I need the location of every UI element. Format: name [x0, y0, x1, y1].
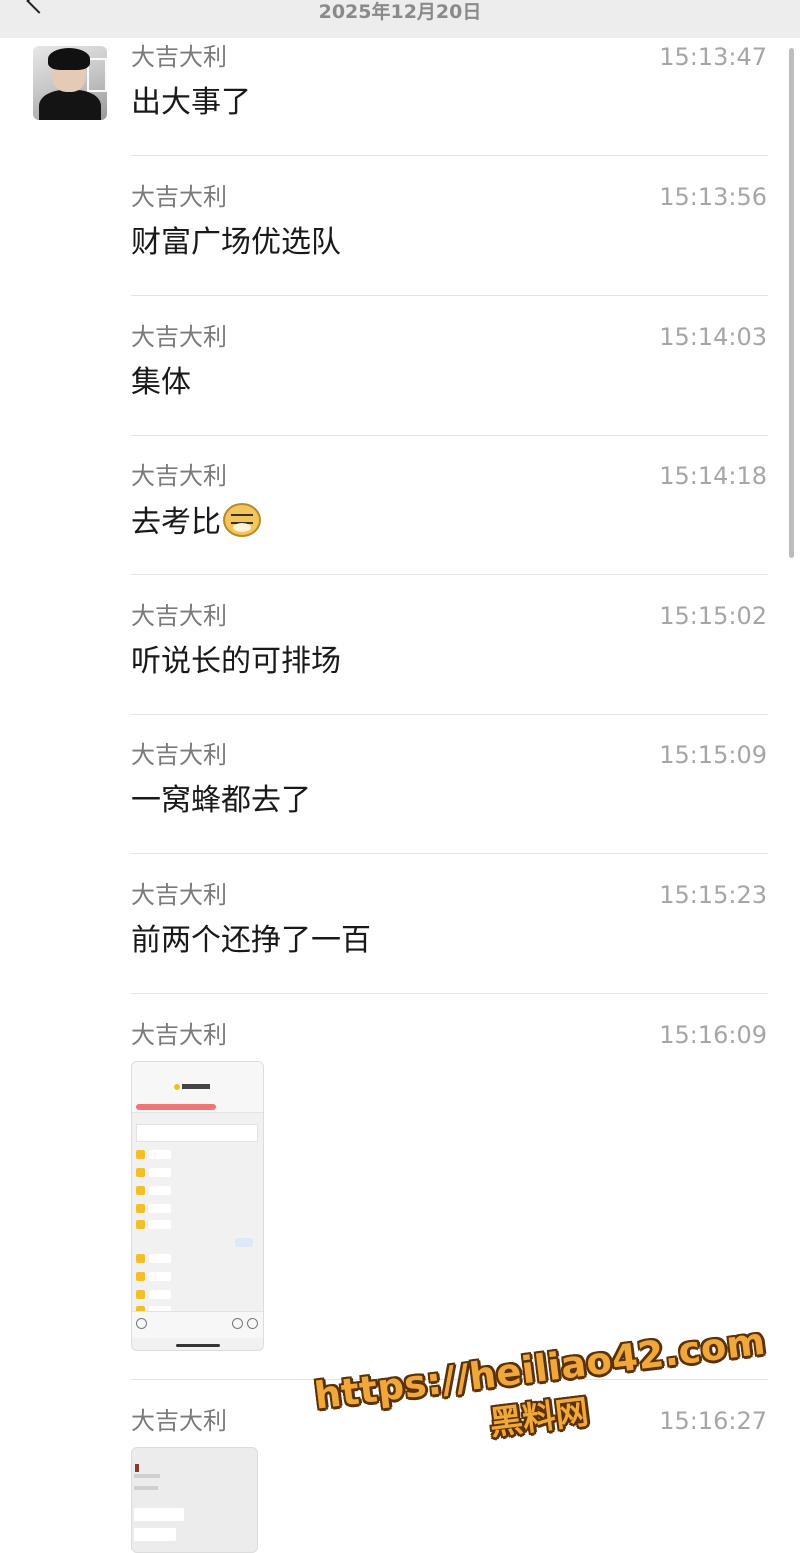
message-text[interactable]: 财富广场优选队 — [131, 224, 341, 262]
thumb-dot-icon — [174, 1084, 180, 1090]
message-time: 15:15:23 — [659, 881, 767, 909]
sender-avatar[interactable] — [33, 46, 107, 120]
thumb-chat-row — [136, 1204, 176, 1214]
thumb-chat-row — [136, 1254, 176, 1264]
message-time: 15:14:18 — [659, 462, 767, 490]
message-divider — [131, 714, 768, 715]
message-text[interactable]: 出大事了 — [131, 84, 251, 122]
message-sender: 大吉大利 — [131, 323, 227, 351]
message-time: 15:15:02 — [659, 602, 767, 630]
thumb-chat-row — [136, 1220, 176, 1230]
message-text[interactable]: 一窝蜂都去了 — [131, 782, 311, 820]
thumb-own-bubble — [235, 1238, 253, 1247]
doge-emoji-icon — [223, 503, 261, 537]
image-message-thumbnail[interactable] — [131, 1447, 258, 1553]
message-divider — [131, 574, 768, 575]
image-message-thumbnail[interactable] — [131, 1061, 264, 1351]
top-bar: 2025年12月20日 — [0, 0, 800, 38]
message-text: 去考比 — [131, 505, 221, 540]
thumb-notice-box — [136, 1124, 258, 1142]
thumb-dark-mark — [135, 1464, 139, 1472]
message-sender: 大吉大利 — [131, 43, 227, 71]
message-sender: 大吉大利 — [131, 1407, 227, 1435]
message-sender: 大吉大利 — [131, 741, 227, 769]
message-sender: 大吉大利 — [131, 1021, 227, 1049]
avatar-background-frame — [87, 58, 107, 92]
thumb-chat-row — [136, 1168, 176, 1178]
thumb-home-indicator — [176, 1344, 220, 1347]
message-sender: 大吉大利 — [131, 183, 227, 211]
thumb-input-bar — [132, 1311, 263, 1338]
message-divider — [131, 155, 768, 156]
thumb-block — [134, 1528, 176, 1541]
message-sender: 大吉大利 — [131, 462, 227, 490]
message-divider — [131, 435, 768, 436]
thumb-text-line — [134, 1486, 158, 1490]
message-text[interactable]: 集体 — [131, 364, 191, 402]
message-sender: 大吉大利 — [131, 602, 227, 630]
message-time: 15:13:56 — [659, 183, 767, 211]
avatar-body — [39, 90, 101, 120]
avatar-hair — [48, 48, 90, 70]
message-divider — [131, 853, 768, 854]
thumb-text-line — [134, 1474, 160, 1478]
message-time: 15:14:03 — [659, 323, 767, 351]
message-text-with-emoji[interactable]: 去考比 — [131, 503, 261, 542]
message-text[interactable]: 前两个还挣了一百 — [131, 922, 371, 960]
thumb-title-bar — [182, 1084, 210, 1089]
date-header: 2025年12月20日 — [318, 1, 482, 23]
message-time: 15:13:47 — [659, 43, 767, 71]
thumb-block — [134, 1508, 184, 1521]
thumb-chat-row — [136, 1272, 176, 1282]
message-divider — [131, 993, 768, 994]
thumb-chat-row — [136, 1290, 176, 1300]
message-text[interactable]: 听说长的可排场 — [131, 643, 341, 681]
thumb-redaction-mark — [136, 1104, 216, 1110]
message-sender: 大吉大利 — [131, 881, 227, 909]
thumb-chat-row — [136, 1186, 176, 1196]
message-time: 15:16:09 — [659, 1021, 767, 1049]
message-time: 15:15:09 — [659, 741, 767, 769]
watermark: https://heiliao42.com 黑料网 — [312, 1320, 768, 1465]
thumb-status-bar — [132, 1062, 263, 1076]
scrollbar[interactable] — [789, 48, 794, 558]
message-item: 大吉大利 15:16:09 — [131, 1020, 767, 1052]
message-divider — [131, 295, 768, 296]
thumb-chat-row — [136, 1150, 176, 1160]
